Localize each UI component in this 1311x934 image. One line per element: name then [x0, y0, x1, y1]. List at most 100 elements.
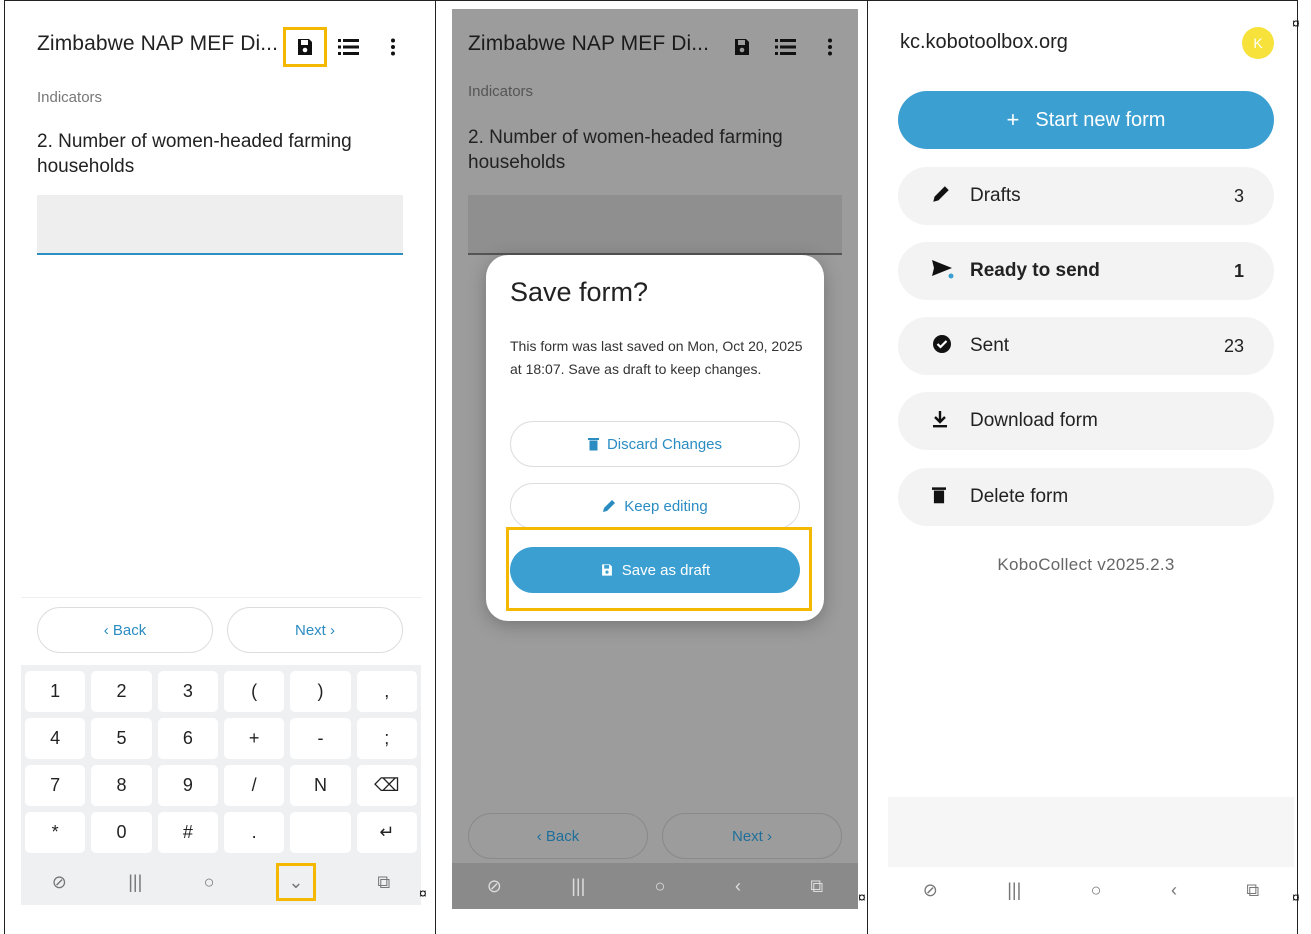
check-circle-icon [932, 334, 970, 359]
recent-apps-icon[interactable]: ||| [571, 876, 585, 897]
system-nav-bar: ⊘ ||| ○ ‹ ⧉ [888, 867, 1294, 913]
more-options-icon[interactable] [808, 27, 852, 67]
keyboard-switch-icon[interactable]: ⧉ [1246, 880, 1259, 901]
question-text: 2. Number of women-headed farming househ… [468, 127, 783, 173]
send-icon [932, 259, 970, 284]
keyboard-switch-icon[interactable]: ⧉ [377, 872, 390, 893]
key[interactable]: 9 [157, 765, 218, 806]
group-label: Indicators [468, 83, 534, 100]
recent-apps-icon[interactable]: ||| [1007, 880, 1021, 901]
screen-save-dialog: Zimbabwe NAP MEF Di... Indicators 2. Num… [436, 0, 868, 934]
navigation-row: ‹ Back Next › [468, 813, 842, 859]
start-new-form-button[interactable]: + Start new form [898, 91, 1274, 149]
key[interactable]: N [290, 765, 351, 806]
keyboard-row: 4 5 6 + - ; [25, 718, 417, 759]
home-icon[interactable]: ○ [204, 872, 215, 893]
key[interactable]: 1 [25, 671, 86, 712]
group-label: Indicators [37, 89, 103, 106]
annotation-mark: ¤ [1292, 889, 1300, 905]
discard-label: Discard Changes [606, 435, 723, 453]
keyboard-switch-icon[interactable]: ⧉ [810, 876, 823, 897]
drafts-button[interactable]: Drafts 3 [898, 167, 1274, 225]
back-button[interactable]: ‹ Back [37, 607, 213, 653]
pencil-icon [932, 185, 970, 208]
keyboard-row: * 0 # . ↵ [25, 812, 417, 853]
home-icon[interactable]: ○ [1091, 880, 1102, 901]
key[interactable]: 6 [157, 718, 218, 759]
trash-icon [932, 486, 970, 509]
ready-to-send-button[interactable]: Ready to send 1 [898, 242, 1274, 300]
screen-main-menu: kc.kobotoolbox.org K + Start new form Dr… [868, 0, 1300, 934]
drafts-label: Drafts [970, 185, 1021, 206]
key[interactable]: + [223, 718, 285, 759]
avatar[interactable]: K [1242, 27, 1274, 59]
next-button[interactable]: Next › [227, 607, 403, 653]
annotation-mark: ¤ [858, 889, 866, 905]
key[interactable]: 7 [25, 765, 86, 806]
settings-icon[interactable]: ⊘ [487, 876, 502, 897]
key[interactable]: ( [223, 671, 285, 712]
key[interactable]: 5 [91, 718, 152, 759]
phone-screen: Zimbabwe NAP MEF Di... Indicators 2. Num… [21, 9, 421, 905]
annotation-mark: ¤ [419, 885, 427, 901]
more-options-icon[interactable] [371, 27, 415, 67]
delete-label: Delete form [970, 486, 1069, 507]
ready-count: 1 [1233, 260, 1244, 281]
key[interactable]: 8 [91, 765, 152, 806]
save-icon[interactable] [283, 27, 327, 67]
key[interactable]: ; [356, 718, 417, 759]
recent-apps-icon[interactable]: ||| [128, 872, 142, 893]
keep-editing-button[interactable]: Keep editing [510, 483, 800, 529]
back-nav-icon[interactable]: ‹ [735, 876, 741, 897]
download-form-button[interactable]: Download form [898, 392, 1274, 450]
answer-input [468, 195, 842, 255]
key[interactable]: , [356, 671, 417, 712]
settings-icon[interactable]: ⊘ [52, 872, 67, 893]
keyboard-row: 1 2 3 ( ) , [25, 671, 417, 712]
key[interactable]: / [223, 765, 285, 806]
key[interactable]: - [290, 718, 351, 759]
screen-form-entry: Zimbabwe NAP MEF Di... Indicators 2. Num… [4, 0, 436, 934]
key[interactable]: 2 [91, 671, 152, 712]
backspace-key[interactable]: ⌫ [356, 765, 417, 806]
trash-icon [587, 438, 599, 451]
download-icon [932, 410, 970, 433]
server-title: kc.kobotoolbox.org [900, 31, 1068, 53]
pencil-icon [603, 500, 616, 512]
settings-icon[interactable]: ⊘ [923, 880, 938, 901]
question-text: 2. Number of women-headed farming househ… [37, 131, 352, 177]
system-nav-bar: ⊘ ||| ○ ‹ ⧉ [452, 863, 858, 909]
dialog-title: Save form? [510, 277, 649, 307]
ready-label: Ready to send [970, 260, 1100, 281]
keyboard-row: 7 8 9 / N ⌫ [25, 765, 417, 806]
save-icon[interactable] [720, 27, 764, 67]
hierarchy-list-icon[interactable] [764, 27, 808, 67]
key[interactable]: . [223, 812, 285, 853]
key[interactable]: ) [290, 671, 351, 712]
answer-input[interactable] [37, 195, 403, 255]
space-key[interactable] [290, 812, 351, 853]
save-form-dialog: Save form? This form was last saved on M… [486, 255, 824, 621]
key[interactable]: # [157, 812, 218, 853]
next-button[interactable]: Next › [662, 813, 842, 859]
annotation-mark: ¤ [1292, 15, 1300, 31]
home-icon[interactable]: ○ [655, 876, 666, 897]
sent-count: 23 [1223, 335, 1244, 356]
key[interactable]: 0 [91, 812, 152, 853]
back-button[interactable]: ‹ Back [468, 813, 648, 859]
delete-form-button[interactable]: Delete form [898, 468, 1274, 526]
hide-keyboard-icon[interactable]: ⌄ [275, 863, 316, 901]
hierarchy-list-icon[interactable] [327, 27, 371, 67]
phone-screen: Zimbabwe NAP MEF Di... Indicators 2. Num… [452, 9, 858, 909]
discard-changes-button[interactable]: Discard Changes [510, 421, 800, 467]
app-version: KoboCollect v2025.2.3 [997, 555, 1175, 574]
key[interactable]: * [25, 812, 86, 853]
back-nav-icon[interactable]: ‹ [1171, 880, 1177, 901]
key[interactable]: 4 [25, 718, 86, 759]
enter-key[interactable]: ↵ [356, 812, 417, 853]
keep-label: Keep editing [624, 497, 708, 515]
key[interactable]: 3 [157, 671, 218, 712]
highlight-box [506, 527, 812, 611]
sent-button[interactable]: Sent 23 [898, 317, 1274, 375]
bottom-panel [888, 797, 1294, 867]
